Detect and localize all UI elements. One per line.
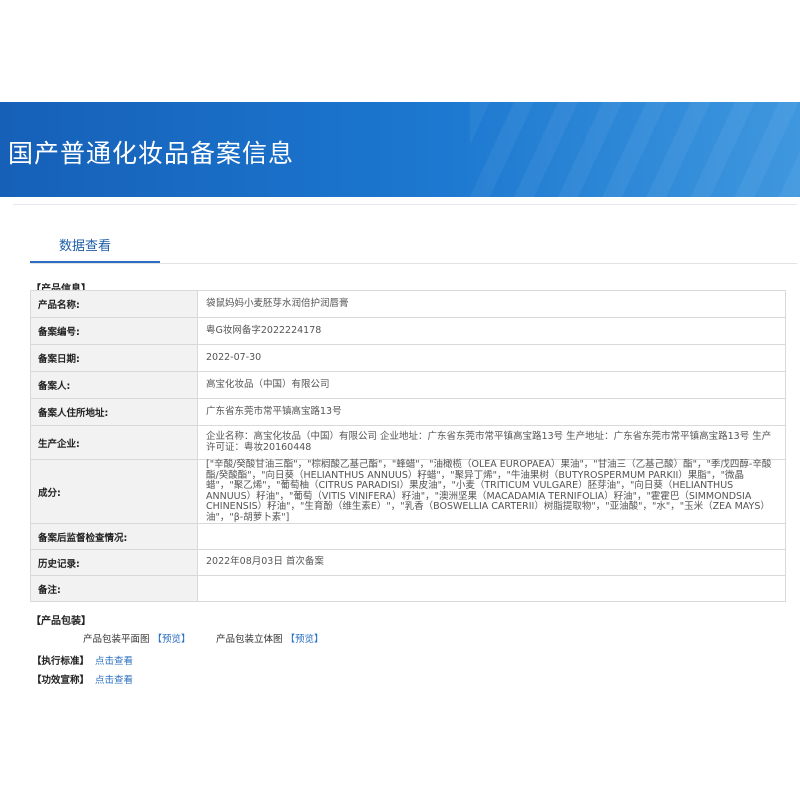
tab-data-view[interactable]: 数据查看	[59, 235, 111, 254]
packaging-stereo-item: 产品包装立体图 【预览】	[216, 631, 324, 645]
standard-view-link[interactable]: 点击查看	[95, 656, 133, 667]
row-value: 2022年08月03日 首次备案	[197, 549, 786, 576]
table-row: 备案后监督检查情况:	[30, 523, 786, 550]
efficacy-label: 【功效宣称】	[32, 675, 90, 686]
standard-label: 【执行标准】	[32, 656, 90, 667]
row-value: 2022-07-30	[197, 344, 786, 372]
tab-divider	[30, 263, 797, 264]
row-key: 产品名称:	[30, 290, 198, 318]
row-value: 企业名称：高宝化妆品（中国）有限公司 企业地址：广东省东莞市常平镇高宝路13号 …	[197, 425, 786, 460]
row-key: 生产企业:	[30, 425, 198, 460]
row-value: 广东省东莞市常平镇高宝路13号	[197, 398, 786, 426]
row-key: 备注:	[30, 575, 198, 602]
page-banner: 国产普通化妆品备案信息	[0, 102, 800, 197]
table-row: 备案人: 高宝化妆品（中国）有限公司	[30, 371, 786, 399]
row-value: 袋鼠妈妈小麦胚芽水润倍护润唇膏	[197, 290, 786, 318]
table-row: 备案人住所地址: 广东省东莞市常平镇高宝路13号	[30, 398, 786, 426]
row-key: 备案人住所地址:	[30, 398, 198, 426]
row-key: 成分:	[30, 459, 198, 524]
product-info-table: 产品名称: 袋鼠妈妈小麦胚芽水润倍护润唇膏 备案编号: 粤G妆网备字202222…	[30, 290, 786, 602]
section-packaging: 【产品包装】	[31, 616, 91, 627]
row-value: 高宝化妆品（中国）有限公司	[197, 371, 786, 399]
row-key: 备案编号:	[30, 317, 198, 345]
table-row: 生产企业: 企业名称：高宝化妆品（中国）有限公司 企业地址：广东省东莞市常平镇高…	[30, 425, 786, 460]
packaging-plan-preview-link[interactable]: 【预览】	[153, 634, 191, 645]
standard-row: 【执行标准】 点击查看	[32, 653, 133, 667]
row-key: 备案人:	[30, 371, 198, 399]
row-key: 历史记录:	[30, 549, 198, 576]
row-value: 粤G妆网备字2022224178	[197, 317, 786, 345]
packaging-stereo-label: 产品包装立体图	[216, 634, 283, 645]
row-value	[197, 575, 786, 602]
packaging-plan-label: 产品包装平面图	[83, 634, 150, 645]
efficacy-row: 【功效宣称】 点击查看	[32, 672, 133, 686]
row-value: ["辛酸/癸酸甘油三酯"，"棕榈酸乙基己酯"，"蜂蜡"，"油橄榄（OLEA EU…	[197, 459, 786, 524]
table-row: 备案编号: 粤G妆网备字2022224178	[30, 317, 786, 345]
row-value	[197, 523, 786, 550]
table-row: 备案日期: 2022-07-30	[30, 344, 786, 372]
table-row: 备注:	[30, 575, 786, 602]
table-row: 成分: ["辛酸/癸酸甘油三酯"，"棕榈酸乙基己酯"，"蜂蜡"，"油橄榄（OLE…	[30, 459, 786, 524]
page-title: 国产普通化妆品备案信息	[8, 139, 295, 168]
banner-decoration	[470, 102, 800, 197]
row-key: 备案后监督检查情况:	[30, 523, 198, 550]
row-key: 备案日期:	[30, 344, 198, 372]
table-row: 历史记录: 2022年08月03日 首次备案	[30, 549, 786, 576]
packaging-stereo-preview-link[interactable]: 【预览】	[286, 634, 324, 645]
efficacy-view-link[interactable]: 点击查看	[95, 675, 133, 686]
packaging-plan-item: 产品包装平面图 【预览】	[83, 631, 191, 645]
table-row: 产品名称: 袋鼠妈妈小麦胚芽水润倍护润唇膏	[30, 290, 786, 318]
